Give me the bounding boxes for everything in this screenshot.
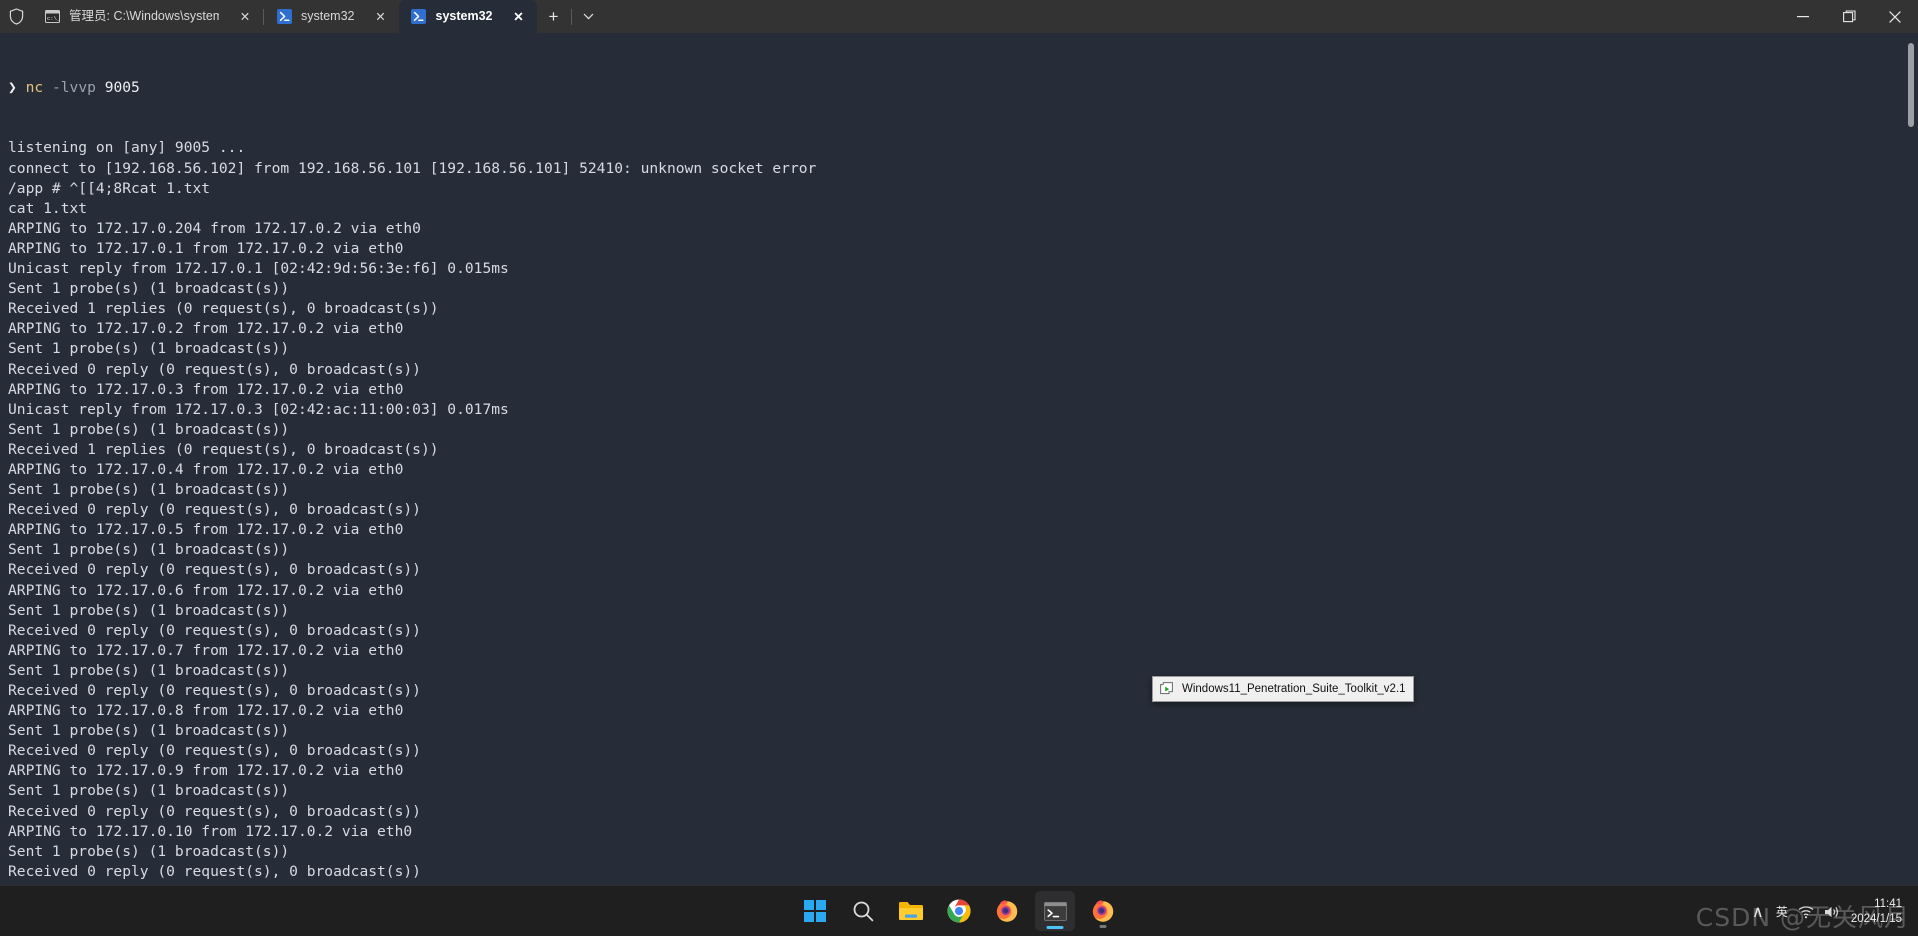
- terminal-line: Received 1 replies (0 request(s), 0 broa…: [8, 440, 439, 458]
- terminal-line: Sent 1 probe(s) (1 broadcast(s)): [8, 481, 290, 499]
- terminal-line: ARPING to 172.17.0.204 from 172.17.0.2 v…: [8, 219, 421, 237]
- taskbar-items: [795, 886, 1123, 936]
- close-button[interactable]: [1872, 0, 1918, 33]
- terminal-line: cat 1.txt: [8, 199, 88, 217]
- tab-close-button[interactable]: ✕: [231, 5, 259, 29]
- preview-popup-label: Windows11_Penetration_Suite_Toolkit_v2.1: [1182, 683, 1406, 695]
- ime-indicator[interactable]: 英: [1771, 896, 1793, 928]
- shield-icon: [0, 0, 32, 33]
- powershell-icon: [411, 9, 427, 25]
- taskbar: ∧ 英 11:41 2024/1/15: [0, 885, 1918, 936]
- terminal-line: Sent 1 probe(s) (1 broadcast(s)): [8, 842, 290, 860]
- clock[interactable]: 11:41 2024/1/15: [1845, 890, 1912, 934]
- new-tab-button[interactable]: +: [537, 0, 571, 33]
- console-icon: c:\_: [44, 9, 60, 25]
- terminal-button[interactable]: [1035, 891, 1075, 931]
- terminal-line: Received 0 reply (0 request(s), 0 broadc…: [8, 621, 421, 639]
- tray-expand-button[interactable]: ∧: [1745, 896, 1771, 928]
- prompt-symbol: ❯: [8, 79, 17, 97]
- terminal-line: Received 0 reply (0 request(s), 0 broadc…: [8, 862, 421, 880]
- svg-text:c:\_: c:\_: [47, 15, 60, 22]
- tab-system32-1[interactable]: system32 ✕: [264, 0, 399, 33]
- command-arg: 9005: [104, 79, 140, 97]
- file-explorer-button[interactable]: [891, 891, 931, 931]
- terminal-line: ARPING to 172.17.0.2 from 172.17.0.2 via…: [8, 320, 404, 338]
- taskbar-running-indicator: [1099, 925, 1107, 928]
- terminal-line: Received 0 reply (0 request(s), 0 broadc…: [8, 802, 421, 820]
- tabbar-drag-region: [606, 0, 1781, 33]
- terminal-output-pane[interactable]: ❯ nc -lvvp 9005 listening on [any] 9005 …: [0, 33, 1918, 885]
- scrollbar-thumb[interactable]: [1908, 43, 1914, 127]
- tab-close-button[interactable]: ✕: [505, 5, 533, 29]
- terminal-scrollbar[interactable]: [1904, 33, 1918, 885]
- window-controls: [1780, 0, 1918, 33]
- terminal-prompt-line: ❯ nc -lvvp 9005: [8, 78, 1918, 98]
- terminal-line: Sent 1 probe(s) (1 broadcast(s)): [8, 661, 290, 679]
- terminal-line: connect to [192.168.56.102] from 192.168…: [8, 159, 817, 177]
- command-name: nc: [25, 79, 44, 97]
- command-flags: -lvvp: [51, 79, 96, 97]
- terminal-line: Sent 1 probe(s) (1 broadcast(s)): [8, 722, 290, 740]
- tab-title: system32: [301, 9, 355, 23]
- terminal-line: ARPING to 172.17.0.10 from 172.17.0.2 vi…: [8, 822, 413, 840]
- terminal-text: ❯ nc -lvvp 9005 listening on [any] 9005 …: [8, 38, 1918, 885]
- tab-title: system32: [435, 9, 493, 23]
- terminal-line: Unicast reply from 172.17.0.3 [02:42:ac:…: [8, 400, 509, 418]
- clock-time: 11:41: [1874, 897, 1902, 910]
- minimize-button[interactable]: [1780, 0, 1826, 33]
- firefox-button[interactable]: [987, 891, 1027, 931]
- tab-console-admin[interactable]: c:\_ 管理员: C:\Windows\system32' ✕: [32, 0, 263, 33]
- terminal-line: ARPING to 172.17.0.5 from 172.17.0.2 via…: [8, 521, 404, 539]
- tab-close-button[interactable]: ✕: [367, 5, 395, 29]
- terminal-line: Sent 1 probe(s) (1 broadcast(s)): [8, 340, 290, 358]
- network-icon[interactable]: [1793, 896, 1819, 928]
- terminal-line: ARPING to 172.17.0.6 from 172.17.0.2 via…: [8, 581, 404, 599]
- search-button[interactable]: [843, 891, 883, 931]
- terminal-line: Sent 1 probe(s) (1 broadcast(s)): [8, 420, 290, 438]
- chevron-down-icon[interactable]: [572, 0, 606, 33]
- terminal-line: Unicast reply from 172.17.0.1 [02:42:9d:…: [8, 260, 509, 278]
- terminal-line: Sent 1 probe(s) (1 broadcast(s)): [8, 601, 290, 619]
- clock-date: 2024/1/15: [1850, 912, 1902, 925]
- terminal-line: Received 0 reply (0 request(s), 0 broadc…: [8, 360, 421, 378]
- start-button[interactable]: [795, 891, 835, 931]
- terminal-line: Received 1 replies (0 request(s), 0 broa…: [8, 300, 439, 318]
- taskbar-preview-popup[interactable]: Windows11_Penetration_Suite_Toolkit_v2.1: [1152, 676, 1414, 702]
- terminal-line: ARPING to 172.17.0.9 from 172.17.0.2 via…: [8, 762, 404, 780]
- chrome-button[interactable]: [939, 891, 979, 931]
- taskbar-active-indicator: [1046, 926, 1064, 929]
- terminal-line: Sent 1 probe(s) (1 broadcast(s)): [8, 782, 290, 800]
- terminal-line: Received 0 reply (0 request(s), 0 broadc…: [8, 501, 421, 519]
- tab-title: 管理员: C:\Windows\system32': [69, 9, 219, 23]
- terminal-line: listening on [any] 9005 ...: [8, 139, 246, 157]
- terminal-line: ARPING to 172.17.0.8 from 172.17.0.2 via…: [8, 702, 404, 720]
- terminal-line: Received 0 reply (0 request(s), 0 broadc…: [8, 742, 421, 760]
- tab-system32-2[interactable]: system32 ✕: [398, 0, 537, 33]
- terminal-line: ARPING to 172.17.0.7 from 172.17.0.2 via…: [8, 641, 404, 659]
- terminal-line: Received 0 reply (0 request(s), 0 broadc…: [8, 682, 421, 699]
- system-tray: ∧ 英 11:41 2024/1/15: [1745, 886, 1918, 936]
- firefox-window-button[interactable]: [1083, 891, 1123, 931]
- terminal-line: Sent 1 probe(s) (1 broadcast(s)): [8, 541, 290, 559]
- tab-bar: c:\_ 管理员: C:\Windows\system32' ✕ system3…: [0, 0, 1918, 33]
- terminal-line: ARPING to 172.17.0.3 from 172.17.0.2 via…: [8, 380, 404, 398]
- terminal-line: ARPING to 172.17.0.4 from 172.17.0.2 via…: [8, 460, 404, 478]
- terminal-line: Sent 1 probe(s) (1 broadcast(s)): [8, 280, 290, 298]
- terminal-line: /app # ^[[4;8Rcat 1.txt: [8, 179, 211, 197]
- maximize-button[interactable]: [1826, 0, 1872, 33]
- terminal-window: c:\_ 管理员: C:\Windows\system32' ✕ system3…: [0, 0, 1918, 936]
- terminal-line: ARPING to 172.17.0.1 from 172.17.0.2 via…: [8, 239, 404, 257]
- powershell-icon: [276, 9, 292, 25]
- volume-icon[interactable]: [1819, 896, 1845, 928]
- terminal-line: Received 0 reply (0 request(s), 0 broadc…: [8, 561, 421, 579]
- window-restore-icon: [1159, 681, 1175, 697]
